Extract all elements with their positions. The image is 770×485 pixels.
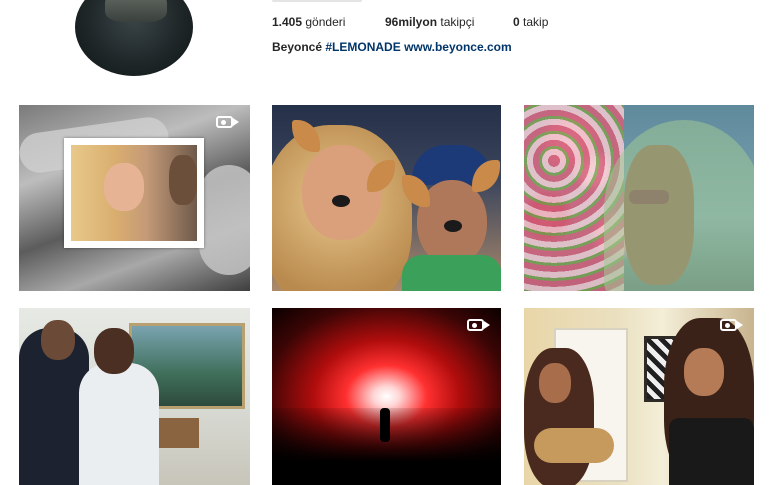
post-tile[interactable] (524, 308, 754, 485)
photo-detail (94, 328, 134, 374)
photo-detail (302, 145, 382, 240)
video-camera-icon (216, 114, 240, 130)
photo-detail (380, 408, 390, 442)
following-label: takip (523, 15, 549, 29)
posts-label: gönderi (305, 15, 346, 29)
username-cropped (272, 0, 362, 2)
photo-detail (199, 165, 250, 275)
photo-detail (669, 418, 754, 485)
profile-header: 1.405 gönderi 96milyon takipçi 0 takip B… (0, 0, 770, 95)
video-camera-icon (720, 317, 744, 333)
post-tile[interactable] (19, 105, 250, 291)
photo-detail (444, 220, 462, 232)
bio-link[interactable]: www.beyonce.com (404, 40, 512, 54)
posts-stat: 1.405 gönderi (272, 15, 345, 29)
photo-detail (402, 255, 501, 291)
photo-detail (79, 363, 159, 485)
followers-stat[interactable]: 96milyon takipçi (385, 15, 474, 29)
photo-detail (77, 285, 250, 291)
photo-detail (604, 120, 754, 291)
following-count: 0 (513, 15, 520, 29)
video-camera-icon (467, 317, 491, 333)
photo-detail (684, 348, 724, 396)
followers-label: takipçi (440, 15, 475, 29)
post-tile[interactable] (19, 308, 250, 485)
following-stat[interactable]: 0 takip (513, 15, 548, 29)
photo-detail (534, 428, 614, 463)
photo-detail (539, 363, 571, 403)
photo-detail (169, 155, 197, 205)
photo-detail (104, 163, 144, 211)
photo-detail (41, 320, 75, 360)
post-tile[interactable] (272, 105, 501, 291)
bio-hashtag[interactable]: #LEMONADE (325, 40, 400, 54)
photo-detail (332, 195, 350, 207)
avatar-image (105, 0, 167, 22)
followers-count: 96milyon (385, 15, 438, 29)
profile-avatar[interactable] (75, 0, 193, 76)
posts-count: 1.405 (272, 15, 303, 29)
profile-name: Beyoncé (272, 40, 323, 54)
post-tile[interactable] (524, 105, 754, 291)
profile-bio: Beyoncé #LEMONADE www.beyonce.com (272, 40, 512, 54)
post-tile[interactable] (272, 308, 501, 485)
